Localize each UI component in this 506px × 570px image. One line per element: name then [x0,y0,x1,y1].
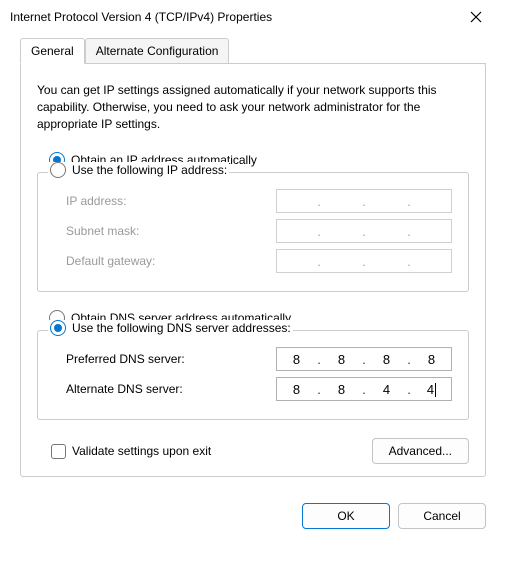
validate-checkbox[interactable] [51,444,66,459]
preferred-dns-input[interactable]: 8. 8. 8. 8 [276,347,452,371]
preferred-dns-label: Preferred DNS server: [66,352,185,366]
text-caret [435,383,436,397]
window-title: Internet Protocol Version 4 (TCP/IPv4) P… [10,10,272,24]
close-button[interactable] [458,3,494,31]
tab-general[interactable]: General [20,38,85,64]
validate-label: Validate settings upon exit [72,444,211,458]
ip-manual-label: Use the following IP address: [72,163,227,177]
dialog-buttons: OK Cancel [0,489,506,537]
cancel-button[interactable]: Cancel [398,503,486,529]
advanced-button[interactable]: Advanced... [372,438,469,464]
tab-bar: General Alternate Configuration [20,38,486,64]
subnet-input: . . . [276,219,452,243]
gateway-input: . . . [276,249,452,273]
gateway-label: Default gateway: [66,254,155,268]
dns-manual-label: Use the following DNS server addresses: [72,321,291,335]
ip-manual-fieldset: Use the following IP address: IP address… [37,172,469,292]
alternate-dns-label: Alternate DNS server: [66,382,183,396]
validate-row[interactable]: Validate settings upon exit [37,444,211,459]
dns-manual-fieldset: Use the following DNS server addresses: … [37,330,469,420]
tab-alternate[interactable]: Alternate Configuration [85,38,230,63]
ip-manual-radio[interactable] [50,162,66,178]
titlebar: Internet Protocol Version 4 (TCP/IPv4) P… [0,0,506,34]
general-panel: You can get IP settings assigned automat… [20,63,486,477]
ok-button[interactable]: OK [302,503,390,529]
alternate-dns-input[interactable]: 8. 8. 4. 4 [276,377,452,401]
dns-manual-radio[interactable] [50,320,66,336]
ip-address-label: IP address: [66,194,126,208]
description-text: You can get IP settings assigned automat… [37,82,469,132]
ip-address-input: . . . [276,189,452,213]
close-icon [470,11,482,23]
subnet-label: Subnet mask: [66,224,139,238]
